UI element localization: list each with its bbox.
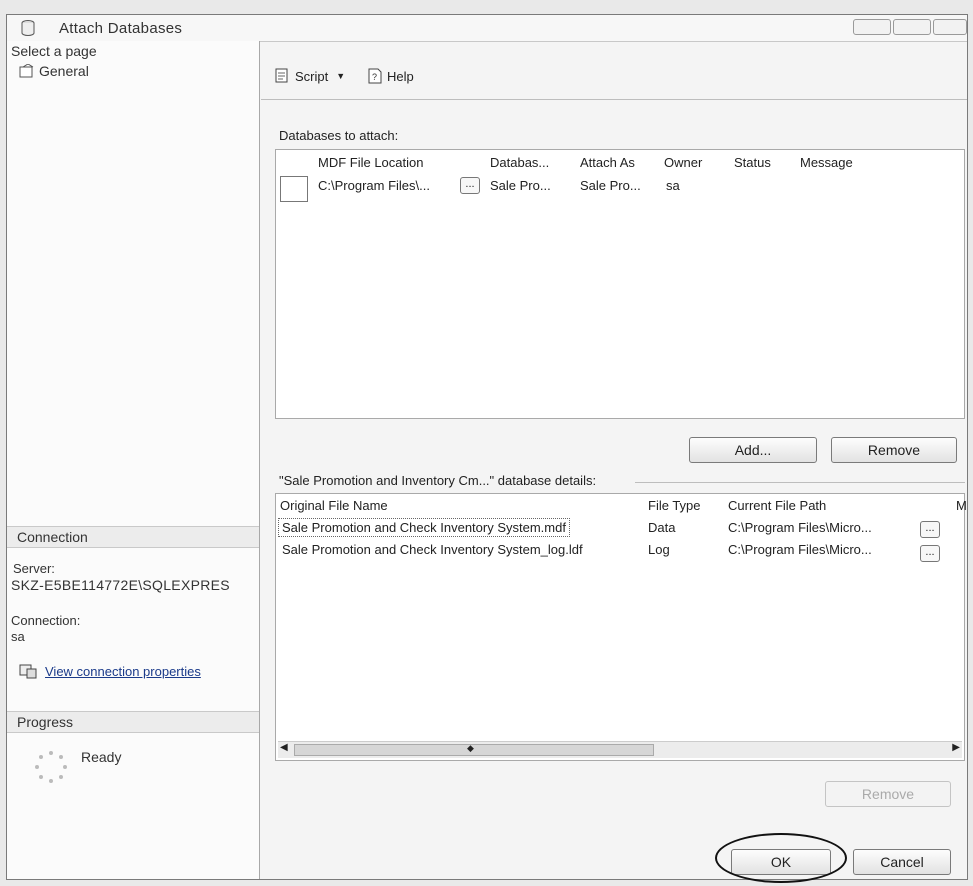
cancel-button[interactable]: Cancel — [853, 849, 951, 875]
databases-grid[interactable]: MDF File Location Databas... Attach As O… — [275, 149, 965, 419]
title-bar: Attach Databases — [7, 15, 967, 42]
mdf-location-cell: C:\Program Files\... — [318, 178, 430, 193]
details-divider — [635, 482, 965, 483]
page-icon — [19, 64, 34, 78]
column-header[interactable]: Databas... — [490, 155, 549, 170]
window-title: Attach Databases — [59, 20, 183, 37]
column-header[interactable]: File Type — [648, 498, 701, 513]
attach-as-cell[interactable]: Sale Pro... — [580, 178, 641, 193]
script-icon — [275, 68, 288, 83]
column-header[interactable]: Attach As — [580, 155, 635, 170]
select-page-label: Select a page — [11, 43, 97, 59]
browse-mdf-button[interactable]: ... — [460, 177, 480, 194]
page-item-general[interactable]: General — [19, 63, 89, 79]
file-type-cell: Data — [648, 520, 676, 535]
connection-header: Connection — [7, 526, 259, 548]
horizontal-scrollbar[interactable]: ◀ ◆ ▶ — [278, 741, 962, 758]
connection-label: Connection: — [11, 613, 81, 628]
database-cell: Sale Pro... — [490, 178, 551, 193]
scrollbar-grip-icon: ◆ — [467, 743, 474, 753]
page-item-label: General — [39, 63, 89, 79]
original-file-name-cell[interactable]: Sale Promotion and Check Inventory Syste… — [278, 518, 570, 537]
properties-icon — [19, 664, 37, 679]
file-type-cell: Log — [648, 542, 670, 557]
table-row[interactable]: Sale Promotion and Check Inventory Syste… — [276, 542, 964, 566]
server-label: Server: — [13, 561, 55, 576]
left-pane: Select a page General Connection Server:… — [7, 41, 260, 879]
svg-text:?: ? — [372, 72, 377, 82]
close-button[interactable] — [933, 19, 967, 35]
toolbar-divider — [261, 99, 967, 100]
current-file-path-cell[interactable]: C:\Program Files\Micro... — [728, 520, 872, 535]
add-button[interactable]: Add... — [689, 437, 817, 463]
server-value: SKZ-E5BE114772E\SQLEXPRES — [11, 577, 230, 593]
column-header[interactable]: Original File Name — [280, 498, 388, 513]
progress-header: Progress — [7, 711, 259, 733]
help-button[interactable]: ? Help — [367, 67, 414, 85]
current-file-path-cell[interactable]: C:\Program Files\Micro... — [728, 542, 872, 557]
maximize-button[interactable] — [893, 19, 931, 35]
minimize-button[interactable] — [853, 19, 891, 35]
browse-path-button[interactable]: ... — [920, 521, 940, 538]
ok-annotation-circle — [715, 833, 847, 883]
script-button[interactable]: Script ▼ — [273, 67, 345, 85]
remove-file-button: Remove — [825, 781, 951, 807]
table-row[interactable]: Sale Promotion and Check Inventory Syste… — [276, 518, 964, 542]
owner-cell[interactable]: sa — [666, 178, 680, 193]
scroll-left-arrow-icon[interactable]: ◀ — [280, 742, 288, 753]
script-label: Script — [295, 68, 329, 84]
progress-status: Ready — [81, 749, 122, 765]
connection-value: sa — [11, 629, 25, 644]
remove-database-button[interactable]: Remove — [831, 437, 957, 463]
column-header[interactable]: Status — [734, 155, 771, 170]
column-header[interactable]: Current File Path — [728, 498, 826, 513]
attach-databases-dialog: Attach Databases Select a page General C… — [6, 14, 968, 883]
chevron-down-icon[interactable]: ▼ — [336, 71, 345, 81]
view-connection-properties[interactable]: View connection properties — [19, 663, 201, 679]
database-details-label: "Sale Promotion and Inventory Cm..." dat… — [279, 473, 597, 488]
column-header[interactable]: Message — [800, 155, 853, 170]
databases-to-attach-label: Databases to attach: — [279, 128, 399, 143]
column-header[interactable]: M — [956, 498, 967, 513]
row-selector[interactable] — [280, 176, 308, 202]
browse-path-button[interactable]: ... — [920, 545, 940, 562]
table-row[interactable]: C:\Program Files\... ... Sale Pro... Sal… — [276, 174, 964, 202]
original-file-name-cell[interactable]: Sale Promotion and Check Inventory Syste… — [282, 542, 583, 557]
scroll-right-arrow-icon[interactable]: ▶ — [952, 742, 960, 753]
column-header[interactable]: MDF File Location — [318, 155, 423, 170]
column-header[interactable]: Owner — [664, 155, 702, 170]
view-connection-link[interactable]: View connection properties — [45, 664, 201, 679]
scrollbar-thumb[interactable]: ◆ — [294, 743, 654, 756]
help-label: Help — [387, 68, 414, 84]
help-icon: ? — [368, 68, 382, 84]
database-details-grid[interactable]: Original File Name File Type Current Fil… — [275, 493, 967, 761]
progress-spinner-icon — [35, 751, 67, 783]
database-icon — [21, 20, 35, 36]
